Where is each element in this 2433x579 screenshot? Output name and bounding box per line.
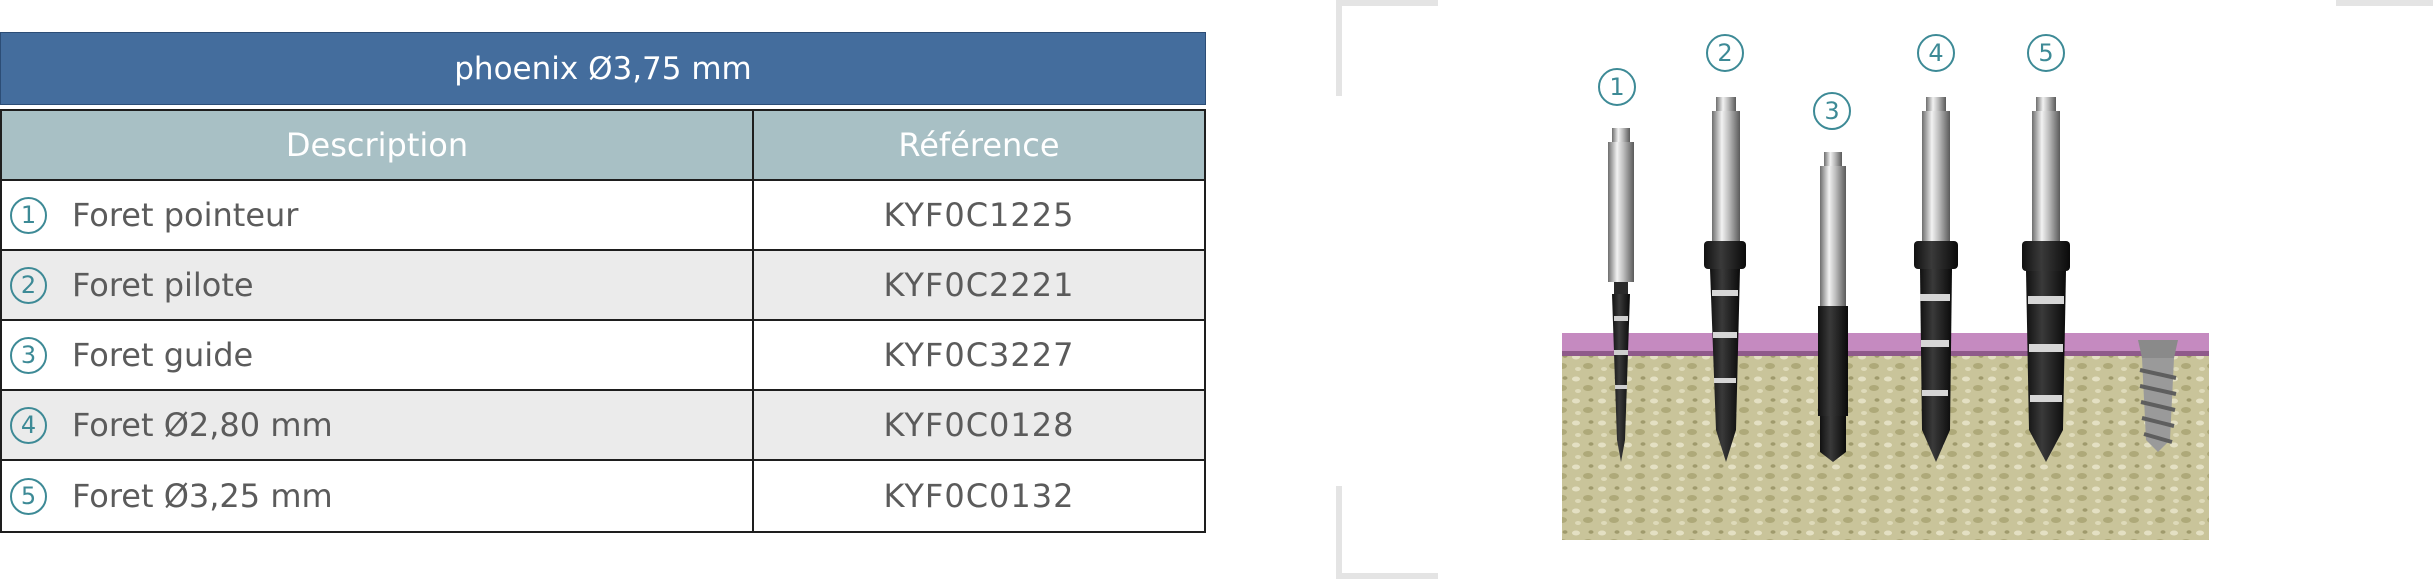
drill-drawing [1562,97,2209,540]
table-title-text: phoenix Ø3,75 mm [454,50,752,87]
row-description-cell: 1 Foret pointeur [2,181,754,249]
table-grid: Description Référence 1 Foret pointeur K… [0,109,1206,533]
row-description: Foret pilote [72,266,254,304]
drill-3 [1818,152,1848,462]
row-number-badge: 4 [10,406,47,444]
table-row: 5 Foret Ø3,25 mm KYF0C0132 [2,461,1204,531]
row-description-cell: 2 Foret pilote [2,251,754,319]
table-title: phoenix Ø3,75 mm [0,32,1206,105]
row-number-badge: 1 [10,196,47,234]
drill-label-3: 3 [1813,92,1851,130]
row-reference: KYF0C3227 [883,336,1075,374]
drill-label-4: 4 [1917,34,1955,72]
row-number-badge: 3 [10,336,47,374]
bone-block [1562,352,2209,540]
drill-label-2: 2 [1706,34,1744,72]
row-reference: KYF0C1225 [883,196,1075,234]
table-row: 1 Foret pointeur KYF0C1225 [2,181,1204,251]
row-reference: KYF0C0132 [883,477,1075,515]
table-row: 2 Foret pilote KYF0C2221 [2,251,1204,321]
row-description: Foret guide [72,336,254,374]
drill-sequence-illustration: 1 2 3 4 5 [1336,0,2433,579]
row-number-badge: 2 [10,266,47,304]
table-row: 4 Foret Ø2,80 mm KYF0C0128 [2,391,1204,461]
row-reference: KYF0C2221 [883,266,1075,304]
row-number-badge: 5 [10,477,47,515]
row-reference: KYF0C0128 [883,406,1075,444]
header-reference: Référence [898,126,1060,164]
row-description-cell: 4 Foret Ø2,80 mm [2,391,754,459]
table-header-row: Description Référence [2,111,1204,181]
drill-5 [2022,97,2070,462]
header-description: Description [2,111,754,179]
drill-label-1: 1 [1598,68,1636,106]
table-row: 3 Foret guide KYF0C3227 [2,321,1204,391]
row-description-cell: 5 Foret Ø3,25 mm [2,461,754,531]
row-description-cell: 3 Foret guide [2,321,754,389]
row-description: Foret Ø2,80 mm [72,406,333,444]
row-description: Foret pointeur [72,196,299,234]
drill-reference-table: phoenix Ø3,75 mm Description Référence 1… [0,32,1206,533]
row-description: Foret Ø3,25 mm [72,477,333,515]
drill-label-5: 5 [2027,34,2065,72]
gum-layer-shade [1562,351,2209,356]
